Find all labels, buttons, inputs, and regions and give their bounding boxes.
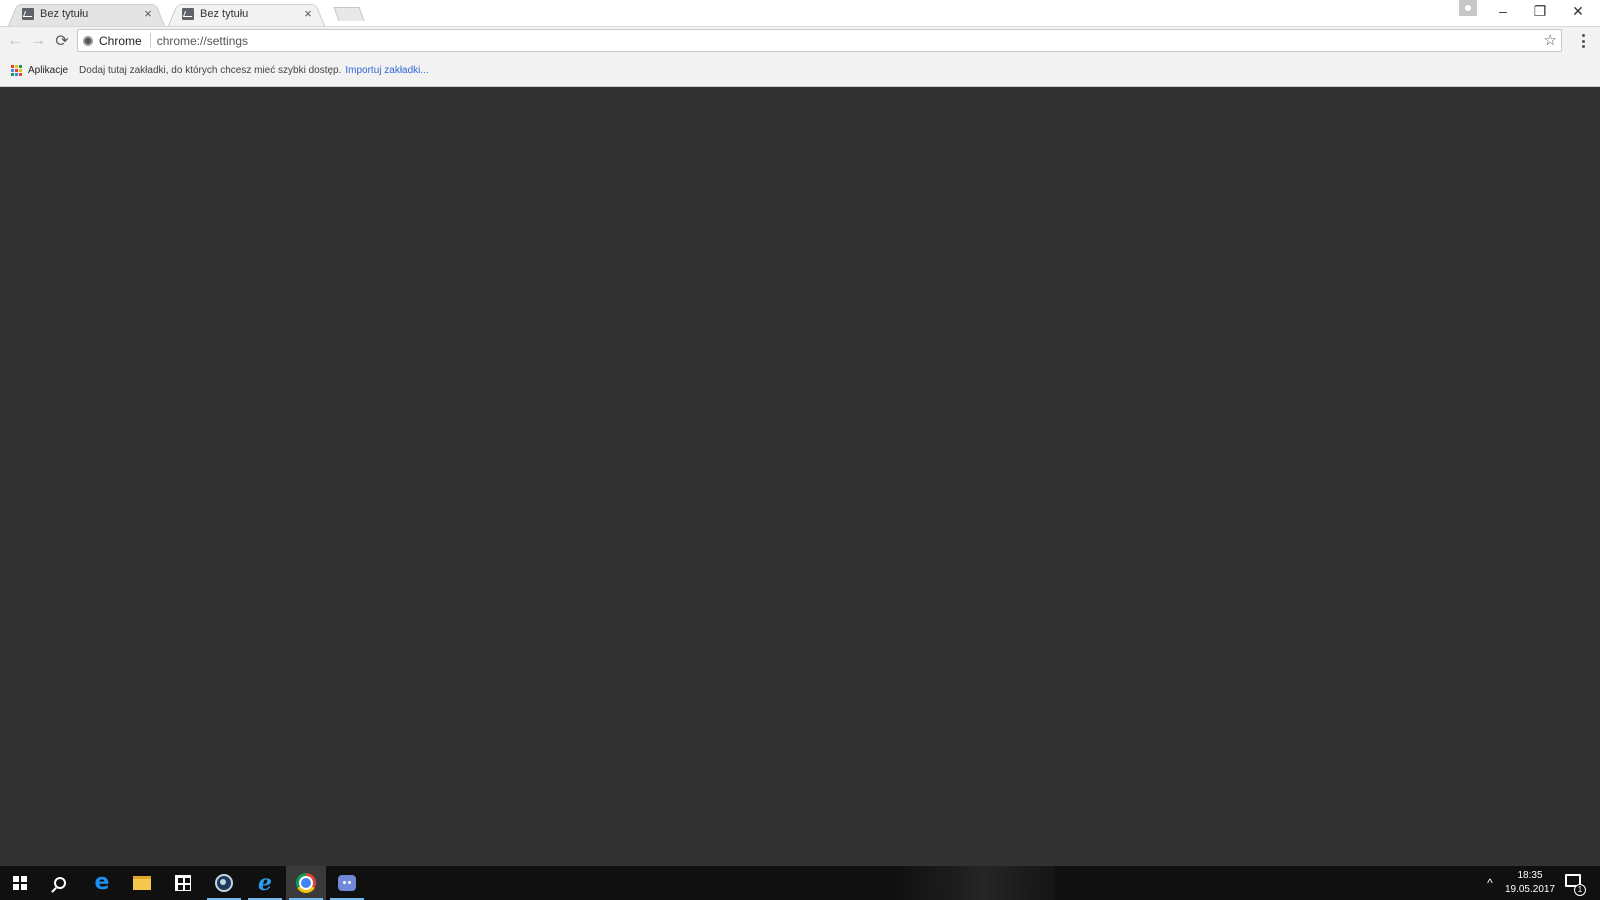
tab-inactive[interactable]: Bez tytułu ×: [8, 1, 165, 26]
ie-icon: e: [258, 870, 272, 896]
new-tab-button[interactable]: [333, 7, 365, 21]
bookmarks-hint: Dodaj tutaj zakładki, do których chcesz …: [79, 64, 342, 76]
taskbar-file-explorer[interactable]: [122, 866, 162, 900]
taskbar-internet-explorer[interactable]: e: [245, 866, 285, 900]
apps-grid-dot: [11, 68, 14, 72]
person-icon: [1465, 5, 1471, 11]
security-chip-label: Chrome: [99, 33, 142, 48]
apps-grid-dot: [15, 72, 18, 76]
taskbar: e e ^ 18:35 19.05.2017 1: [0, 866, 1600, 900]
clock-date: 19.05.2017: [1504, 884, 1556, 895]
browser-window: Bez tytułu × Bez tytułu × – ❐ ✕ ← → ⟳ Ch…: [0, 0, 1600, 866]
wallpaper-peek: [895, 866, 1055, 900]
omnibox[interactable]: Chrome ☆: [77, 29, 1562, 52]
back-button[interactable]: ←: [4, 30, 26, 52]
reload-button[interactable]: ⟳: [51, 30, 73, 52]
close-window-button[interactable]: ✕: [1560, 0, 1596, 22]
import-bookmarks-link[interactable]: Importuj zakładki...: [345, 65, 428, 76]
apps-grid-dot: [19, 72, 22, 76]
chrome-icon: [296, 873, 316, 893]
steam-icon: [215, 874, 233, 892]
bookmarks-bar: Aplikacje Dodaj tutaj zakładki, do który…: [0, 54, 1600, 87]
search-button[interactable]: [40, 866, 80, 900]
taskbar-clock[interactable]: 18:35 19.05.2017: [1500, 869, 1560, 897]
show-hidden-icons-chevron-icon[interactable]: ^: [1482, 875, 1498, 891]
taskbar-store[interactable]: [163, 866, 203, 900]
address-input[interactable]: [156, 31, 1561, 50]
restore-button[interactable]: ❐: [1522, 0, 1558, 22]
apps-grid-dot: [11, 72, 14, 76]
apps-shortcut-label[interactable]: Aplikacje: [28, 65, 68, 76]
apps-grid-dot: [15, 64, 18, 68]
close-tab-icon[interactable]: ×: [301, 6, 315, 21]
store-icon: [175, 875, 191, 891]
profile-button[interactable]: [1459, 0, 1477, 16]
apps-grid-dot: [19, 64, 22, 68]
forward-button[interactable]: →: [27, 30, 49, 52]
search-icon: [54, 877, 66, 889]
tab-active[interactable]: Bez tytułu ×: [168, 1, 325, 26]
page-content: [0, 87, 1600, 866]
divider: [149, 33, 151, 48]
start-button[interactable]: [0, 866, 40, 900]
tab-title: Bez tytułu: [200, 7, 249, 20]
page-icon: [182, 7, 194, 20]
close-tab-icon[interactable]: ×: [141, 6, 155, 21]
taskbar-chrome[interactable]: [286, 866, 326, 900]
tab-strip: Bez tytułu × Bez tytułu × – ❐ ✕: [0, 0, 1600, 26]
apps-grid-dot: [19, 68, 22, 72]
bookmark-star-icon[interactable]: ☆: [1544, 31, 1557, 49]
apps-grid-dot: [11, 64, 14, 68]
taskbar-steam[interactable]: [204, 866, 244, 900]
tab-title: Bez tytułu: [40, 7, 89, 20]
chrome-page-icon: [83, 35, 93, 46]
edge-icon: e: [94, 870, 110, 895]
folder-icon: [133, 876, 151, 890]
page-icon: [22, 7, 34, 20]
toolbar: ← → ⟳ Chrome ☆: [0, 26, 1600, 54]
clock-time: 18:35: [1517, 870, 1543, 881]
taskbar-discord[interactable]: [327, 866, 367, 900]
discord-icon: [338, 875, 356, 891]
apps-grid-dot: [15, 68, 18, 72]
apps-grid-icon[interactable]: [11, 64, 22, 76]
minimize-button[interactable]: –: [1485, 0, 1521, 22]
chrome-menu-icon[interactable]: [1578, 32, 1588, 50]
taskbar-edge[interactable]: e: [82, 866, 122, 900]
windows-logo-icon: [13, 876, 27, 890]
notification-count-badge: 1: [1574, 884, 1586, 896]
